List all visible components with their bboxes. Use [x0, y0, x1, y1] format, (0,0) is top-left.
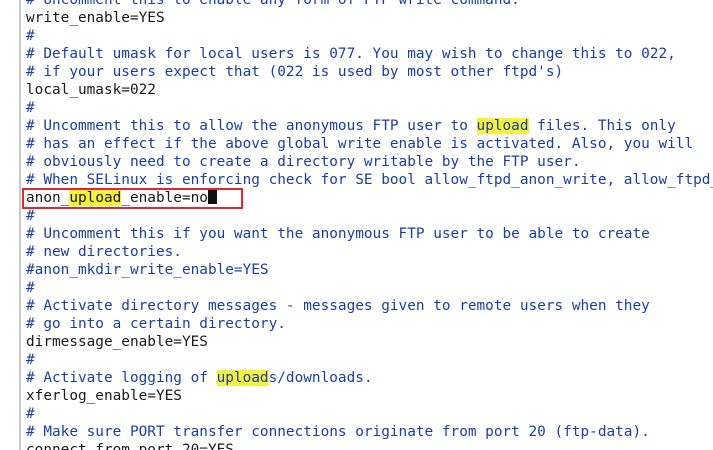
line-text: # Activate logging of [26, 370, 217, 386]
comment-line[interactable]: # obviously need to create a directory w… [26, 153, 713, 171]
search-match-highlight: upload [476, 118, 529, 134]
line-text: _enable=no [121, 190, 208, 206]
line-text: # [26, 28, 35, 44]
comment-line[interactable]: # go into a certain directory. [26, 315, 713, 333]
line-text: # go into a certain directory. [26, 316, 286, 332]
comment-line[interactable]: # [26, 99, 713, 117]
comment-line[interactable]: # [26, 207, 713, 225]
line-text: # obviously need to create a directory w… [26, 154, 581, 170]
comment-line[interactable]: # Activate logging of uploads/downloads. [26, 369, 713, 387]
comment-line[interactable]: # new directories. [26, 243, 713, 261]
line-text: # When SELinux is enforcing check for SE… [26, 172, 713, 188]
line-text: connect_from_port_20=YES [26, 442, 234, 450]
comment-line[interactable]: # Uncomment this to enable any form of F… [26, 0, 713, 9]
text-cursor [207, 189, 217, 204]
comment-line[interactable]: # Activate directory messages - messages… [26, 297, 713, 315]
search-match-highlight: upload [69, 190, 122, 206]
comment-line[interactable]: # has an effect if the above global writ… [26, 135, 713, 153]
config-line[interactable]: connect_from_port_20=YES [26, 441, 713, 450]
config-line[interactable]: xferlog_enable=YES [26, 387, 713, 405]
line-text: # Default umask for local users is 077. … [26, 46, 676, 62]
line-text: # [26, 280, 35, 296]
line-text: local_umask=022 [26, 82, 156, 98]
line-text: # [26, 406, 35, 422]
comment-line[interactable]: # Make sure PORT transfer connections or… [26, 423, 713, 441]
comment-line[interactable]: # if your users expect that (022 is used… [26, 63, 713, 81]
comment-line[interactable]: # Uncomment this to allow the anonymous … [26, 117, 713, 135]
comment-line[interactable]: # [26, 279, 713, 297]
comment-line[interactable]: # [26, 27, 713, 45]
line-text: # Uncomment this to enable any form of F… [26, 0, 520, 8]
line-text: xferlog_enable=YES [26, 388, 182, 404]
line-text: anon_ [26, 190, 70, 206]
comment-line[interactable]: # When SELinux is enforcing check for SE… [26, 171, 713, 189]
line-text: # Uncomment this to allow the anonymous … [26, 118, 477, 134]
line-text: s/downloads. [268, 370, 373, 386]
line-text: # [26, 100, 35, 116]
line-text: dirmessage_enable=YES [26, 334, 208, 350]
line-text: # has an effect if the above global writ… [26, 136, 694, 152]
config-line[interactable]: dirmessage_enable=YES [26, 333, 713, 351]
line-text: files. This only [528, 118, 676, 134]
left-margin-divider [19, 0, 21, 450]
comment-line[interactable]: # Default umask for local users is 077. … [26, 45, 713, 63]
line-text: # Activate directory messages - messages… [26, 298, 650, 314]
config-line[interactable]: write_enable=YES [26, 9, 713, 27]
comment-line[interactable]: #anon_mkdir_write_enable=YES [26, 261, 713, 279]
line-text: write_enable=YES [26, 10, 165, 26]
text-editor[interactable]: # Uncomment this to enable any form of F… [0, 0, 713, 450]
line-text: # Uncomment this if you want the anonymo… [26, 226, 650, 242]
comment-line[interactable]: # [26, 351, 713, 369]
line-text: #anon_mkdir_write_enable=YES [26, 262, 269, 278]
line-text: # Make sure PORT transfer connections or… [26, 424, 650, 440]
line-text: # new directories. [26, 244, 182, 260]
search-match-highlight: upload [216, 370, 269, 386]
line-text: # [26, 352, 35, 368]
config-line[interactable]: anon_upload_enable=no [26, 189, 713, 207]
editor-lines[interactable]: # Uncomment this to enable any form of F… [26, 0, 713, 450]
line-text: # if your users expect that (022 is used… [26, 64, 564, 80]
config-line[interactable]: local_umask=022 [26, 81, 713, 99]
comment-line[interactable]: # [26, 405, 713, 423]
comment-line[interactable]: # Uncomment this if you want the anonymo… [26, 225, 713, 243]
line-text: # [26, 208, 35, 224]
